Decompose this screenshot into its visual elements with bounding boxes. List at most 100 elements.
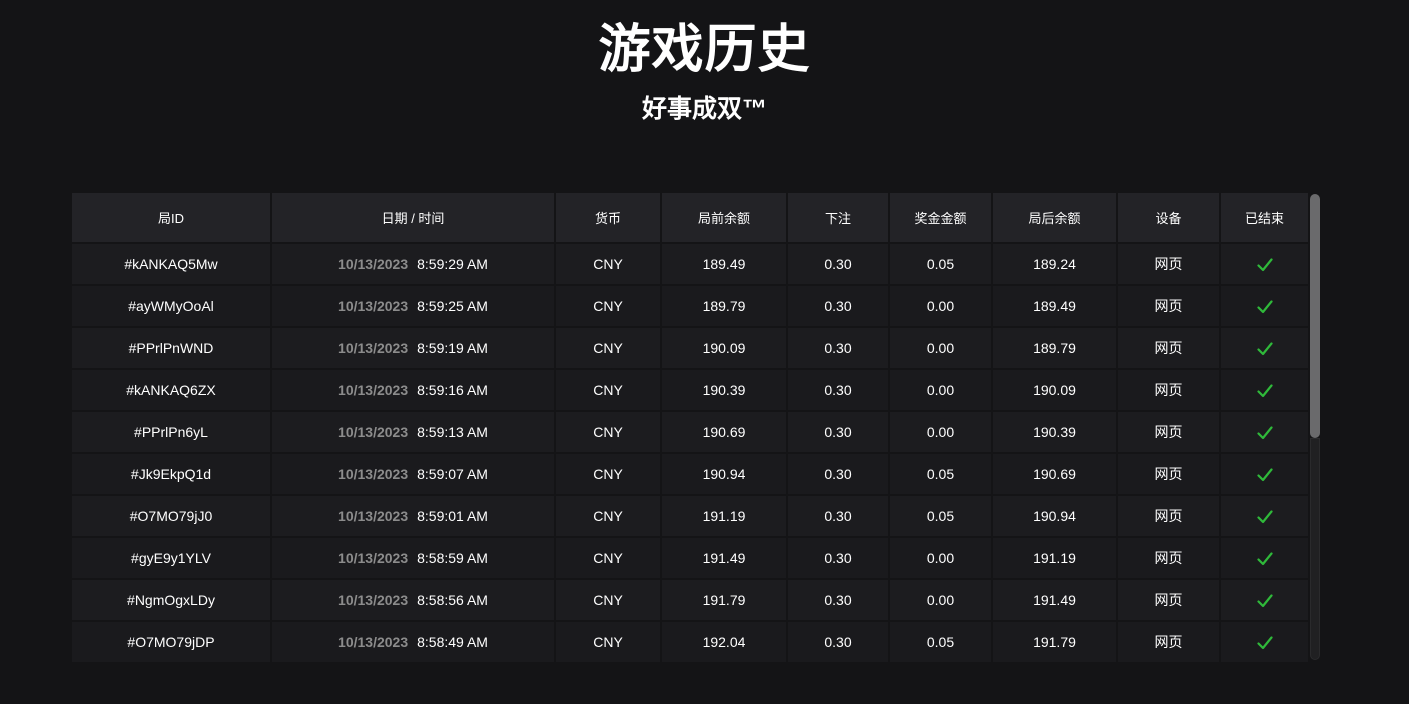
column-header-round-id[interactable]: 局ID xyxy=(72,193,272,244)
table-row[interactable]: #kANKAQ5Mw 10/13/2023 8:59:29 AM CNY 189.49 0… xyxy=(72,244,1308,286)
datetime-cell: 10/13/2023 8:59:25 AM xyxy=(272,286,556,328)
table-header-row: 局ID 日期 / 时间 货币 局前余额 下注 奖金金额 局后余额 设备 已结束 xyxy=(72,193,1308,244)
round-id-cell[interactable]: #kANKAQ5Mw xyxy=(72,244,272,286)
column-header-win[interactable]: 奖金金额 xyxy=(890,193,993,244)
column-header-balance-after[interactable]: 局后余额 xyxy=(993,193,1118,244)
ended-cell xyxy=(1221,622,1308,663)
device-cell: 网页 xyxy=(1118,244,1221,286)
win-cell: 0.05 xyxy=(890,496,993,538)
ended-cell xyxy=(1221,538,1308,580)
time-text: 8:59:29 AM xyxy=(417,256,488,272)
balance-before-cell: 190.39 xyxy=(662,370,788,412)
win-cell: 0.00 xyxy=(890,412,993,454)
date-text: 10/13/2023 xyxy=(338,340,409,356)
time-text: 8:59:16 AM xyxy=(417,382,488,398)
scrollbar-thumb[interactable] xyxy=(1310,194,1320,438)
currency-cell: CNY xyxy=(556,496,662,538)
balance-before-cell: 190.94 xyxy=(662,454,788,496)
date-text: 10/13/2023 xyxy=(338,424,409,440)
table-row[interactable]: #Jk9EkpQ1d 10/13/2023 8:59:07 AM CNY 190.94 0… xyxy=(72,454,1308,496)
table-row[interactable]: #PPrlPn6yL 10/13/2023 8:59:13 AM CNY 190.69 0… xyxy=(72,412,1308,454)
datetime-cell: 10/13/2023 8:59:19 AM xyxy=(272,328,556,370)
table-row[interactable]: #ayWMyOoAl 10/13/2023 8:59:25 AM CNY 189.79 0… xyxy=(72,286,1308,328)
device-cell: 网页 xyxy=(1118,412,1221,454)
time-text: 8:58:59 AM xyxy=(417,550,488,566)
table-row[interactable]: #gyE9y1YLV 10/13/2023 8:58:59 AM CNY 191.49 0… xyxy=(72,538,1308,580)
date-text: 10/13/2023 xyxy=(338,508,409,524)
currency-cell: CNY xyxy=(556,370,662,412)
table-row[interactable]: #O7MO79jJ0 10/13/2023 8:59:01 AM CNY 191.19 0… xyxy=(72,496,1308,538)
ended-cell xyxy=(1221,412,1308,454)
balance-after-cell: 191.79 xyxy=(993,622,1118,663)
device-cell: 网页 xyxy=(1118,286,1221,328)
device-cell: 网页 xyxy=(1118,328,1221,370)
datetime-cell: 10/13/2023 8:59:16 AM xyxy=(272,370,556,412)
table-row[interactable]: #NgmOgxLDy 10/13/2023 8:58:56 AM CNY 191.79 0… xyxy=(72,580,1308,622)
table-row[interactable]: #kANKAQ6ZX 10/13/2023 8:59:16 AM CNY 190.39 0… xyxy=(72,370,1308,412)
balance-after-cell: 191.19 xyxy=(993,538,1118,580)
balance-before-cell: 191.79 xyxy=(662,580,788,622)
round-id-cell[interactable]: #PPrlPn6yL xyxy=(72,412,272,454)
round-id-cell[interactable]: #O7MO79jJ0 xyxy=(72,496,272,538)
column-header-bet[interactable]: 下注 xyxy=(788,193,890,244)
time-text: 8:59:13 AM xyxy=(417,424,488,440)
date-text: 10/13/2023 xyxy=(338,634,409,650)
round-id-cell[interactable]: #PPrlPnWND xyxy=(72,328,272,370)
check-icon xyxy=(1256,342,1273,356)
device-cell: 网页 xyxy=(1118,622,1221,663)
currency-cell: CNY xyxy=(556,580,662,622)
device-cell: 网页 xyxy=(1118,370,1221,412)
balance-after-cell: 189.49 xyxy=(993,286,1118,328)
balance-before-cell: 190.69 xyxy=(662,412,788,454)
datetime-cell: 10/13/2023 8:58:49 AM xyxy=(272,622,556,663)
currency-cell: CNY xyxy=(556,454,662,496)
balance-after-cell: 189.24 xyxy=(993,244,1118,286)
win-cell: 0.05 xyxy=(890,244,993,286)
bet-cell: 0.30 xyxy=(788,622,890,663)
balance-after-cell: 190.69 xyxy=(993,454,1118,496)
round-id-cell[interactable]: #Jk9EkpQ1d xyxy=(72,454,272,496)
bet-cell: 0.30 xyxy=(788,412,890,454)
check-icon xyxy=(1256,426,1273,440)
win-cell: 0.05 xyxy=(890,622,993,663)
round-id-cell[interactable]: #NgmOgxLDy xyxy=(72,580,272,622)
column-header-ended[interactable]: 已结束 xyxy=(1221,193,1308,244)
device-cell: 网页 xyxy=(1118,496,1221,538)
ended-cell xyxy=(1221,580,1308,622)
game-name-subtitle: 好事成双™ xyxy=(641,95,767,123)
column-header-datetime[interactable]: 日期 / 时间 xyxy=(272,193,556,244)
table-row[interactable]: #PPrlPnWND 10/13/2023 8:59:19 AM CNY 190.09 0… xyxy=(72,328,1308,370)
round-id-cell[interactable]: #ayWMyOoAl xyxy=(72,286,272,328)
scrollbar-track-lower[interactable] xyxy=(1310,438,1320,660)
balance-before-cell: 189.49 xyxy=(662,244,788,286)
currency-cell: CNY xyxy=(556,622,662,663)
bet-cell: 0.30 xyxy=(788,538,890,580)
datetime-cell: 10/13/2023 8:58:56 AM xyxy=(272,580,556,622)
round-id-cell[interactable]: #O7MO79jDP xyxy=(72,622,272,663)
check-icon xyxy=(1256,636,1273,650)
balance-before-cell: 192.04 xyxy=(662,622,788,663)
datetime-cell: 10/13/2023 8:59:01 AM xyxy=(272,496,556,538)
date-text: 10/13/2023 xyxy=(338,382,409,398)
column-header-currency[interactable]: 货币 xyxy=(556,193,662,244)
balance-after-cell: 189.79 xyxy=(993,328,1118,370)
check-icon xyxy=(1256,300,1273,314)
balance-after-cell: 190.09 xyxy=(993,370,1118,412)
page-title: 游戏历史 xyxy=(598,21,811,79)
column-header-device[interactable]: 设备 xyxy=(1118,193,1221,244)
win-cell: 0.05 xyxy=(890,454,993,496)
check-icon xyxy=(1256,594,1273,608)
ended-cell xyxy=(1221,286,1308,328)
history-table-container: 局ID 日期 / 时间 货币 局前余额 下注 奖金金额 局后余额 设备 已结束 … xyxy=(72,193,1308,663)
datetime-cell: 10/13/2023 8:59:13 AM xyxy=(272,412,556,454)
round-id-cell[interactable]: #gyE9y1YLV xyxy=(72,538,272,580)
check-icon xyxy=(1256,384,1273,398)
bet-cell: 0.30 xyxy=(788,244,890,286)
check-icon xyxy=(1256,258,1273,272)
round-id-cell[interactable]: #kANKAQ6ZX xyxy=(72,370,272,412)
time-text: 8:59:01 AM xyxy=(417,508,488,524)
column-header-balance-before[interactable]: 局前余额 xyxy=(662,193,788,244)
table-row[interactable]: #O7MO79jDP 10/13/2023 8:58:49 AM CNY 192.04 0… xyxy=(72,622,1308,663)
currency-cell: CNY xyxy=(556,538,662,580)
win-cell: 0.00 xyxy=(890,286,993,328)
